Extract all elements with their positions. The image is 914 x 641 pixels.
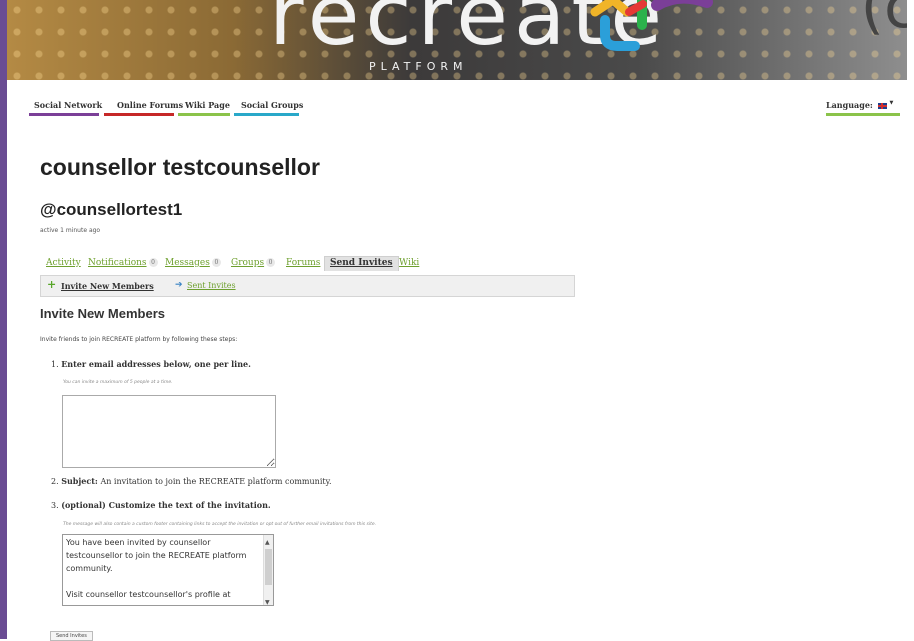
left-accent-bar (0, 0, 7, 639)
page-title: counsellor testcounsellor (40, 154, 320, 180)
chevron-up-icon[interactable]: ▲ (265, 536, 270, 549)
nav-underline-social-groups (234, 113, 299, 116)
tab-activity[interactable]: Activity (46, 258, 81, 268)
step-number: 1. (51, 360, 59, 369)
step-number: 3. (51, 501, 59, 510)
language-selector[interactable]: Language: ▼ (826, 100, 900, 116)
invites-subnav: + Invite New Members ➔ Sent Invites (40, 275, 575, 297)
scrollbar-thumb[interactable] (265, 549, 272, 585)
tab-label: Groups (231, 258, 265, 268)
nav-online-forums[interactable]: Online Forums (117, 100, 183, 114)
send-invites-button[interactable]: Send Invites (50, 631, 93, 641)
subnav-sent-invites[interactable]: ➔ Sent Invites (175, 280, 236, 290)
step-1: 1. Enter email addresses below, one per … (51, 359, 251, 369)
last-active: active 1 minute ago (40, 227, 101, 234)
step-number: 2. (51, 477, 59, 486)
nav-label: Online Forums (117, 100, 184, 110)
nav-social-network[interactable]: Social Network (34, 100, 102, 114)
count-badge: 0 (266, 258, 276, 267)
step-label: (optional) Customize the text of the inv… (61, 500, 271, 510)
tab-label: Notifications (88, 258, 147, 268)
nav-underline-online-forums (104, 113, 174, 116)
user-handle: @counsellortest1 (40, 200, 183, 219)
corner-logo-fragment: (c (860, 0, 907, 42)
nav-underline-social-network (29, 113, 99, 116)
logo-subtitle: PLATFORM (369, 60, 468, 73)
tab-forums[interactable]: Forums (286, 258, 320, 268)
tab-messages[interactable]: Messages 0 (165, 258, 221, 268)
chevron-down-icon: ▼ (889, 100, 894, 106)
count-badge: 0 (148, 258, 158, 267)
nav-label: Wiki Page (185, 100, 230, 110)
chevron-down-icon[interactable]: ▼ (265, 596, 270, 605)
subject-value: An invitation to join the RECREATE platf… (100, 477, 332, 486)
tab-send-invites[interactable]: Send Invites (324, 256, 399, 271)
nav-label: Social Network (34, 100, 103, 110)
step-2: 2. Subject: An invitation to join the RE… (51, 476, 332, 486)
section-heading: Invite New Members (40, 306, 165, 321)
nav-social-groups[interactable]: Social Groups (241, 100, 303, 114)
tab-groups[interactable]: Groups 0 (231, 258, 276, 268)
tab-label: Activity (46, 258, 81, 268)
tab-notifications[interactable]: Notifications 0 (88, 258, 158, 268)
step-1-hint: You can invite a maximum of 5 people at … (63, 380, 173, 385)
language-label: Language: (826, 100, 873, 110)
tab-label: Send Invites (330, 258, 393, 268)
logo-mark-icon (590, 0, 713, 51)
step-label: Enter email addresses below, one per lin… (61, 359, 251, 369)
message-text[interactable]: You have been invited by counsellor test… (66, 536, 260, 601)
subnav-label: Sent Invites (187, 281, 236, 290)
nav-label: Social Groups (241, 100, 304, 110)
uk-flag-icon (877, 103, 887, 109)
tab-wiki[interactable]: Wiki (399, 258, 419, 268)
plus-icon: + (47, 278, 57, 291)
nav-underline-wiki-page (178, 113, 230, 116)
step-3: 3. (optional) Customize the text of the … (51, 500, 271, 510)
count-badge: 0 (211, 258, 221, 267)
nav-wiki-page[interactable]: Wiki Page (185, 100, 230, 114)
subnav-label: Invite New Members (61, 281, 154, 291)
step-label: Subject: (61, 476, 98, 486)
tab-label: Messages (165, 258, 210, 268)
step-3-hint: The message will also contain a custom f… (63, 522, 377, 527)
header-banner: recreate PLATFORM (c (7, 0, 907, 80)
message-scrollbar[interactable]: ▲ ▼ (263, 535, 273, 605)
arrow-right-icon: ➔ (175, 280, 183, 290)
invitation-message-field[interactable]: You have been invited by counsellor test… (62, 534, 274, 606)
subnav-invite-new-members[interactable]: + Invite New Members (47, 278, 154, 291)
email-addresses-field[interactable] (62, 395, 276, 468)
intro-text: Invite friends to join RECREATE platform… (40, 336, 238, 343)
tab-label: Wiki (399, 258, 420, 268)
tab-label: Forums (286, 258, 321, 268)
language-underline (826, 113, 900, 116)
